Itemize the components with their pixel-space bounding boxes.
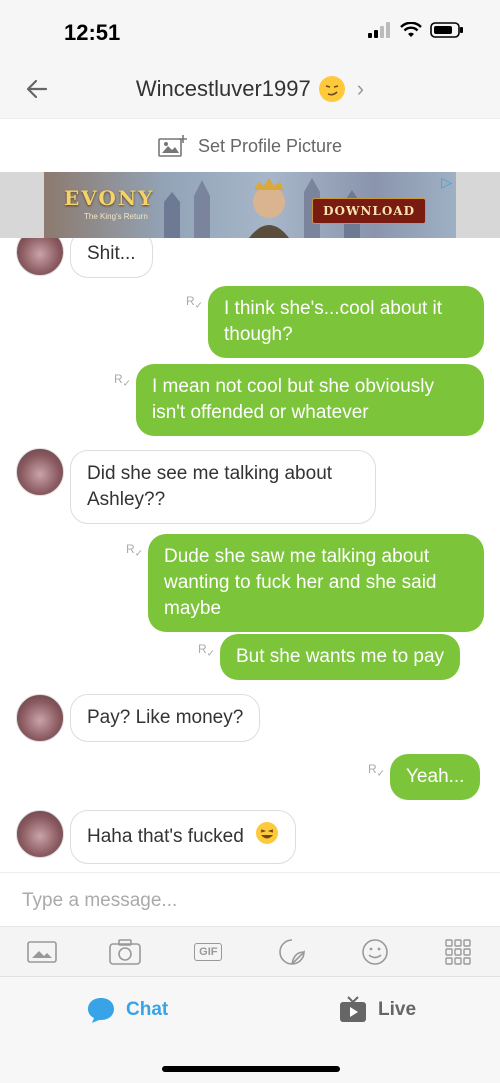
- camera-button[interactable]: [108, 935, 142, 969]
- chevron-right-icon: ›: [356, 76, 365, 101]
- status-icons: [368, 22, 464, 38]
- camera-icon: [109, 939, 141, 965]
- ad-banner[interactable]: EVONY The King's Return DOWNLOAD ▷: [0, 172, 500, 238]
- outgoing-message[interactable]: I mean not cool but she obviously isn't …: [136, 364, 484, 436]
- add-image-icon: [158, 135, 187, 157]
- ad-brand: EVONY: [64, 186, 155, 210]
- wifi-icon: [400, 22, 422, 37]
- laughing-emoji-icon: [255, 821, 279, 853]
- sticker-button[interactable]: [275, 935, 309, 969]
- contact-avatar[interactable]: [16, 238, 64, 276]
- message-input[interactable]: [20, 885, 464, 917]
- smirk-emoji-icon: [318, 76, 345, 102]
- status-time: 12:51: [64, 20, 121, 45]
- emoji-button[interactable]: [358, 935, 392, 969]
- incoming-message[interactable]: Shit...: [70, 238, 153, 278]
- contact-avatar[interactable]: [16, 810, 64, 858]
- home-indicator: [162, 1066, 340, 1072]
- chat-header: Wincestluver1997 ›: [0, 64, 500, 118]
- set-profile-picture-bar[interactable]: Set Profile Picture: [0, 118, 500, 173]
- attachment-toolbar: GIF: [0, 926, 500, 977]
- grid-icon: [445, 939, 471, 965]
- image-icon: [26, 941, 57, 963]
- incoming-message-text: Haha that's fucked: [87, 826, 244, 848]
- contact-name: Wincestluver1997: [135, 76, 311, 101]
- gif-icon: GIF: [194, 943, 223, 961]
- read-receipt-icon: R✓: [186, 294, 204, 312]
- message-list[interactable]: Shit... R✓ I think she's...cool about it…: [0, 238, 500, 872]
- sticker-icon: [278, 939, 305, 965]
- tab-chat[interactable]: Chat: [86, 995, 168, 1025]
- outgoing-message[interactable]: Yeah...: [390, 754, 481, 800]
- gif-button[interactable]: GIF: [191, 935, 225, 969]
- ad-image[interactable]: EVONY The King's Return DOWNLOAD ▷: [44, 172, 456, 238]
- read-receipt-icon: R✓: [126, 542, 144, 560]
- tv-icon: [340, 996, 366, 1022]
- chat-title[interactable]: Wincestluver1997 ›: [0, 76, 500, 102]
- incoming-message[interactable]: Pay? Like money?: [70, 694, 261, 742]
- read-receipt-icon: R✓: [198, 642, 216, 660]
- incoming-message[interactable]: Haha that's fucked: [70, 810, 297, 864]
- ad-tagline: The King's Return: [84, 212, 148, 221]
- message-composer: [0, 872, 500, 927]
- tab-chat-label: Chat: [126, 999, 169, 1020]
- contact-avatar[interactable]: [16, 448, 64, 496]
- incoming-message[interactable]: Did she see me talking about Ashley??: [70, 450, 376, 524]
- battery-icon: [430, 22, 463, 38]
- gallery-button[interactable]: [25, 935, 59, 969]
- more-apps-button[interactable]: [441, 935, 475, 969]
- signal-icon: [368, 22, 390, 38]
- set-profile-picture-label: Set Profile Picture: [197, 135, 343, 156]
- contact-avatar[interactable]: [16, 694, 64, 742]
- chat-bubble-icon: [88, 998, 114, 1023]
- smiley-icon: [362, 939, 388, 965]
- ad-download-button[interactable]: DOWNLOAD: [312, 198, 426, 224]
- read-receipt-icon: R✓: [368, 762, 386, 780]
- outgoing-message[interactable]: Dude she saw me talking about wanting to…: [148, 534, 484, 632]
- status-bar: 12:51: [0, 0, 500, 64]
- tab-live-label: Live: [378, 999, 417, 1020]
- outgoing-message[interactable]: But she wants me to pay: [220, 634, 461, 680]
- tab-live[interactable]: Live: [338, 995, 416, 1025]
- ad-choices-icon[interactable]: ▷: [441, 174, 452, 191]
- read-receipt-icon: R✓: [114, 372, 132, 390]
- outgoing-message[interactable]: I think she's...cool about it though?: [208, 286, 484, 358]
